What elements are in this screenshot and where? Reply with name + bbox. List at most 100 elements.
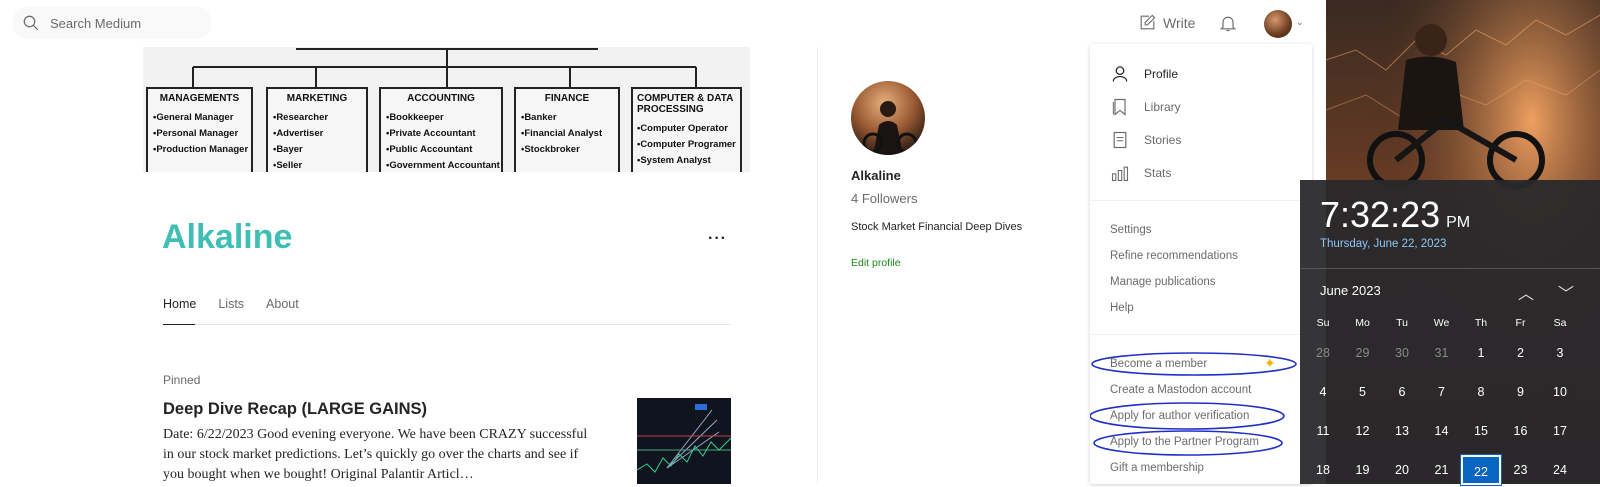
org-item: •Government Accountant [386, 160, 500, 171]
calendar-month-label[interactable]: June 2023 [1320, 283, 1381, 298]
menu-item-help[interactable]: Help [1110, 302, 1134, 314]
calendar-day[interactable]: 7 [1422, 377, 1462, 407]
calendar-day[interactable]: 13 [1382, 416, 1422, 446]
bell-icon [1219, 16, 1237, 32]
sidebar-name: Alkaline [851, 168, 901, 183]
calendar-day[interactable]: 14 [1422, 416, 1462, 446]
sidebar-bio: Stock Market Financial Deep Dives [851, 221, 1023, 233]
org-item: •Bayer [273, 144, 303, 155]
org-box-managements: MANAGEMENTS •General Manager •Personal M… [146, 87, 253, 172]
chart-thumbnail-graphic [637, 404, 731, 473]
menu-item-library[interactable]: Library [1110, 97, 1181, 117]
clock-time-value: 7:32:23 [1320, 194, 1441, 235]
clock-time: 7:32:23 PM [1320, 194, 1470, 236]
person-icon [1112, 66, 1128, 82]
calendar-day[interactable]: 5 [1343, 377, 1383, 407]
org-box-title: COMPUTER & DATA PROCESSING [637, 93, 733, 115]
search-input[interactable] [50, 15, 200, 31]
calendar-day[interactable]: 2 [1501, 338, 1541, 368]
calendar-day[interactable]: 28 [1303, 338, 1343, 368]
weekday-label: Mo [1355, 317, 1370, 329]
calendar-day[interactable]: 1 [1461, 338, 1501, 368]
org-item: •Stockbroker [521, 144, 580, 155]
calendar-day[interactable]: 18 [1303, 455, 1343, 485]
org-box-finance: FINANCE •Banker •Financial Analyst •Stoc… [514, 87, 620, 172]
org-item: •Banker [521, 112, 557, 123]
calendar-day[interactable]: 3 [1540, 338, 1580, 368]
tab-about[interactable]: About [266, 297, 299, 311]
menu-item-stats[interactable]: Stats [1110, 163, 1171, 183]
more-options-button[interactable]: ··· [708, 230, 727, 248]
menu-item-stories[interactable]: Stories [1110, 130, 1181, 150]
write-icon [1140, 14, 1156, 30]
org-item: •Researcher [273, 112, 329, 123]
weekday-label: Th [1474, 317, 1488, 329]
org-item: •Private Accountant [386, 128, 476, 139]
menu-item-manage-publications[interactable]: Manage publications [1110, 276, 1216, 288]
clock-date-link[interactable]: Thursday, June 22, 2023 [1320, 238, 1446, 250]
org-item: •Seller [273, 160, 303, 171]
org-chart-connectors [192, 48, 697, 88]
calendar-day[interactable]: 24 [1540, 455, 1580, 485]
calendar-day[interactable]: 20 [1382, 455, 1422, 485]
menu-item-settings[interactable]: Settings [1110, 224, 1152, 236]
edit-profile-link[interactable]: Edit profile [851, 257, 901, 269]
calendar-day[interactable]: 23 [1501, 455, 1541, 485]
calendar-day[interactable]: 12 [1343, 416, 1383, 446]
calendar-day[interactable]: 31 [1422, 338, 1462, 368]
post-excerpt[interactable]: Date: 6/22/2023 Good evening everyone. W… [163, 425, 593, 485]
tab-home[interactable]: Home [163, 297, 196, 311]
bookmark-icon [1112, 98, 1126, 116]
org-box-title: MANAGEMENTS [159, 93, 240, 104]
calendar-day[interactable]: 6 [1382, 377, 1422, 407]
org-box-title: ACCOUNTING [407, 93, 475, 104]
write-label: Write [1163, 14, 1196, 31]
weekday-label: Su [1316, 317, 1330, 329]
menu-divider [1090, 200, 1312, 201]
calendar-day[interactable]: 30 [1382, 338, 1422, 368]
write-button[interactable]: Write [1138, 13, 1195, 32]
annotation-circles [1090, 352, 1297, 456]
user-avatar-button[interactable] [1264, 10, 1292, 38]
calendar-day[interactable]: 15 [1461, 416, 1501, 446]
calendar-day-today[interactable]: 22 [1460, 454, 1502, 486]
sidebar-followers[interactable]: 4 Followers [851, 191, 917, 206]
search-icon [23, 15, 39, 31]
org-item: •General Manager [153, 112, 234, 123]
calendar-day[interactable]: 16 [1501, 416, 1541, 446]
calendar-day[interactable]: 9 [1501, 377, 1541, 407]
menu-item-profile[interactable]: Profile [1110, 64, 1178, 84]
post-thumbnail[interactable] [637, 398, 731, 484]
org-item: •Personal Manager [153, 128, 239, 139]
calendar-day[interactable]: 11 [1303, 416, 1343, 446]
calendar-day[interactable]: 4 [1303, 377, 1343, 407]
avatar-figure [862, 101, 918, 155]
org-box-accounting: ACCOUNTING •Bookkeeper •Private Accounta… [379, 87, 503, 172]
org-item: •Bookkeeper [386, 112, 444, 123]
menu-divider [1090, 334, 1312, 335]
chevron-up-icon[interactable]: ︿ [1518, 280, 1534, 304]
chevron-down-icon[interactable]: ﹀ [1558, 280, 1574, 304]
tab-lists[interactable]: Lists [218, 297, 244, 311]
calendar-day[interactable]: 17 [1540, 416, 1580, 446]
chevron-down-icon[interactable]: ⌄ [1296, 17, 1304, 28]
post-title-link[interactable]: Deep Dive Recap (LARGE GAINS) [163, 400, 427, 419]
menu-item-label: Library [1144, 100, 1181, 114]
org-item: •System Analyst [637, 155, 711, 166]
header-image-org-chart: MANAGEMENTS •General Manager •Personal M… [143, 47, 750, 172]
menu-item-refine-recommendations[interactable]: Refine recommendations [1110, 250, 1238, 262]
weekday-label: Fr [1515, 317, 1526, 329]
search-bar[interactable] [12, 7, 212, 39]
menu-item-label: Profile [1144, 67, 1179, 81]
clock-calendar-flyout: 7:32:23 PM Thursday, June 22, 2023 June 2… [1300, 180, 1600, 486]
stats-icon [1111, 166, 1129, 182]
calendar-day[interactable]: 21 [1422, 455, 1462, 485]
calendar-day[interactable]: 19 [1343, 455, 1383, 485]
calendar-day[interactable]: 29 [1343, 338, 1383, 368]
notifications-button[interactable] [1218, 12, 1238, 39]
org-box-title: FINANCE [544, 93, 590, 104]
calendar-day[interactable]: 8 [1461, 377, 1501, 407]
calendar-divider [1300, 268, 1600, 269]
calendar-day[interactable]: 10 [1540, 377, 1580, 407]
tabs-divider [163, 324, 731, 325]
